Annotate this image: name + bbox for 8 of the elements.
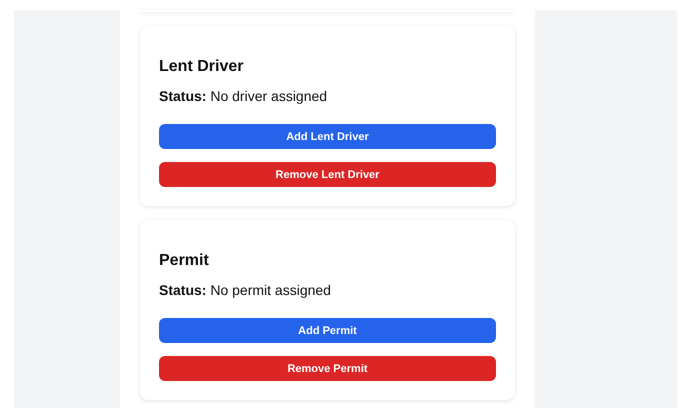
status-text: Status: No driver assigned [159,87,328,105]
remove-button[interactable]: Remove Permit [159,356,496,381]
section-title: Permit [159,251,210,271]
section-title: Lent Driver [159,57,244,77]
remove-button[interactable]: Remove Lent Driver [159,162,496,187]
add-button[interactable]: Add Lent Driver [159,124,496,149]
add-button[interactable]: Add Permit [159,318,496,343]
status-text: Status: No permit assigned [159,281,332,299]
